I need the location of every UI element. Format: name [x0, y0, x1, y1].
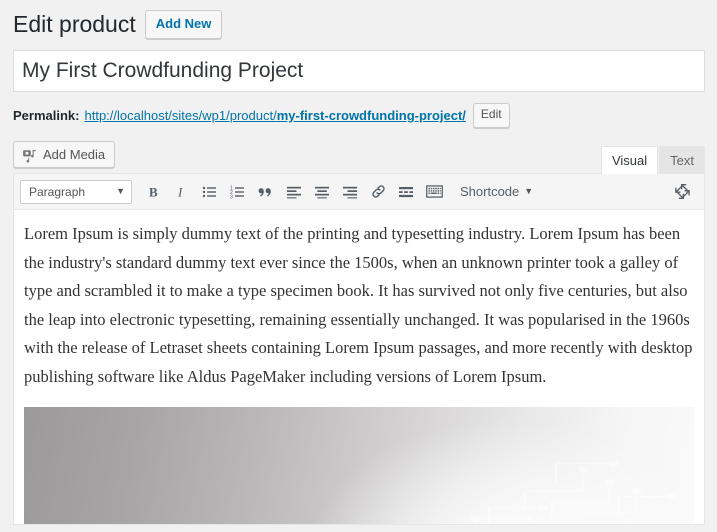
media-icon: [21, 147, 38, 163]
content-image[interactable]: [24, 407, 694, 524]
chevron-down-icon: ▼: [116, 186, 125, 196]
circuit-pattern-icon: [470, 460, 677, 524]
permalink-url-prefix: http://localhost/sites/wp1/product/: [84, 108, 277, 123]
svg-text:I: I: [177, 184, 183, 199]
bold-icon[interactable]: B: [140, 178, 168, 206]
svg-text:B: B: [149, 184, 158, 199]
tab-text[interactable]: Text: [659, 146, 705, 174]
paragraph-format-value: Paragraph: [29, 184, 86, 199]
permalink-link[interactable]: http://localhost/sites/wp1/product/my-fi…: [84, 108, 465, 123]
italic-icon[interactable]: I: [168, 178, 196, 206]
permalink-row: Permalink: http://localhost/sites/wp1/pr…: [13, 103, 705, 128]
keyboard-shortcuts-icon[interactable]: [420, 178, 448, 206]
paragraph-format-select[interactable]: Paragraph ▼: [20, 179, 132, 204]
align-center-icon[interactable]: [308, 178, 336, 206]
permalink-url-slug: my-first-crowdfunding-project/: [276, 108, 466, 123]
link-icon[interactable]: [364, 178, 392, 206]
editor-mode-tabs: Visual Text: [600, 146, 705, 174]
fullscreen-icon[interactable]: [668, 178, 696, 206]
permalink-label: Permalink:: [13, 108, 80, 123]
edit-permalink-button[interactable]: Edit: [472, 103, 510, 128]
editor-content-area[interactable]: Lorem Ipsum is simply dummy text of the …: [14, 210, 704, 524]
align-right-icon[interactable]: [336, 178, 364, 206]
post-title-input[interactable]: [13, 50, 705, 92]
blockquote-icon[interactable]: [252, 178, 280, 206]
editor-container: Paragraph ▼ B I 1 2 3 Shortcode ▼ Lorem …: [13, 173, 705, 525]
add-new-button[interactable]: Add New: [144, 10, 223, 39]
chevron-down-icon: ▼: [524, 186, 534, 196]
admin-page: Edit product Add New Permalink: http://l…: [0, 0, 717, 532]
editor-toolbar-top: Add Media Visual Text: [13, 141, 705, 174]
page-header: Edit product Add New: [13, 0, 705, 44]
align-left-icon[interactable]: [280, 178, 308, 206]
editor-format-toolbar: Paragraph ▼ B I 1 2 3 Shortcode ▼: [14, 174, 704, 210]
svg-text:3: 3: [230, 194, 233, 200]
shortcode-dropdown[interactable]: Shortcode ▼: [454, 179, 539, 205]
content-paragraph: Lorem Ipsum is simply dummy text of the …: [24, 224, 693, 386]
add-media-button[interactable]: Add Media: [13, 141, 116, 168]
add-media-label: Add Media: [43, 147, 106, 162]
page-title: Edit product: [13, 11, 136, 37]
tab-visual[interactable]: Visual: [600, 146, 659, 174]
title-field-wrapper: [13, 50, 705, 92]
numbered-list-icon[interactable]: 1 2 3: [224, 178, 252, 206]
read-more-icon[interactable]: [392, 178, 420, 206]
bulleted-list-icon[interactable]: [196, 178, 224, 206]
shortcode-label: Shortcode: [460, 184, 520, 199]
